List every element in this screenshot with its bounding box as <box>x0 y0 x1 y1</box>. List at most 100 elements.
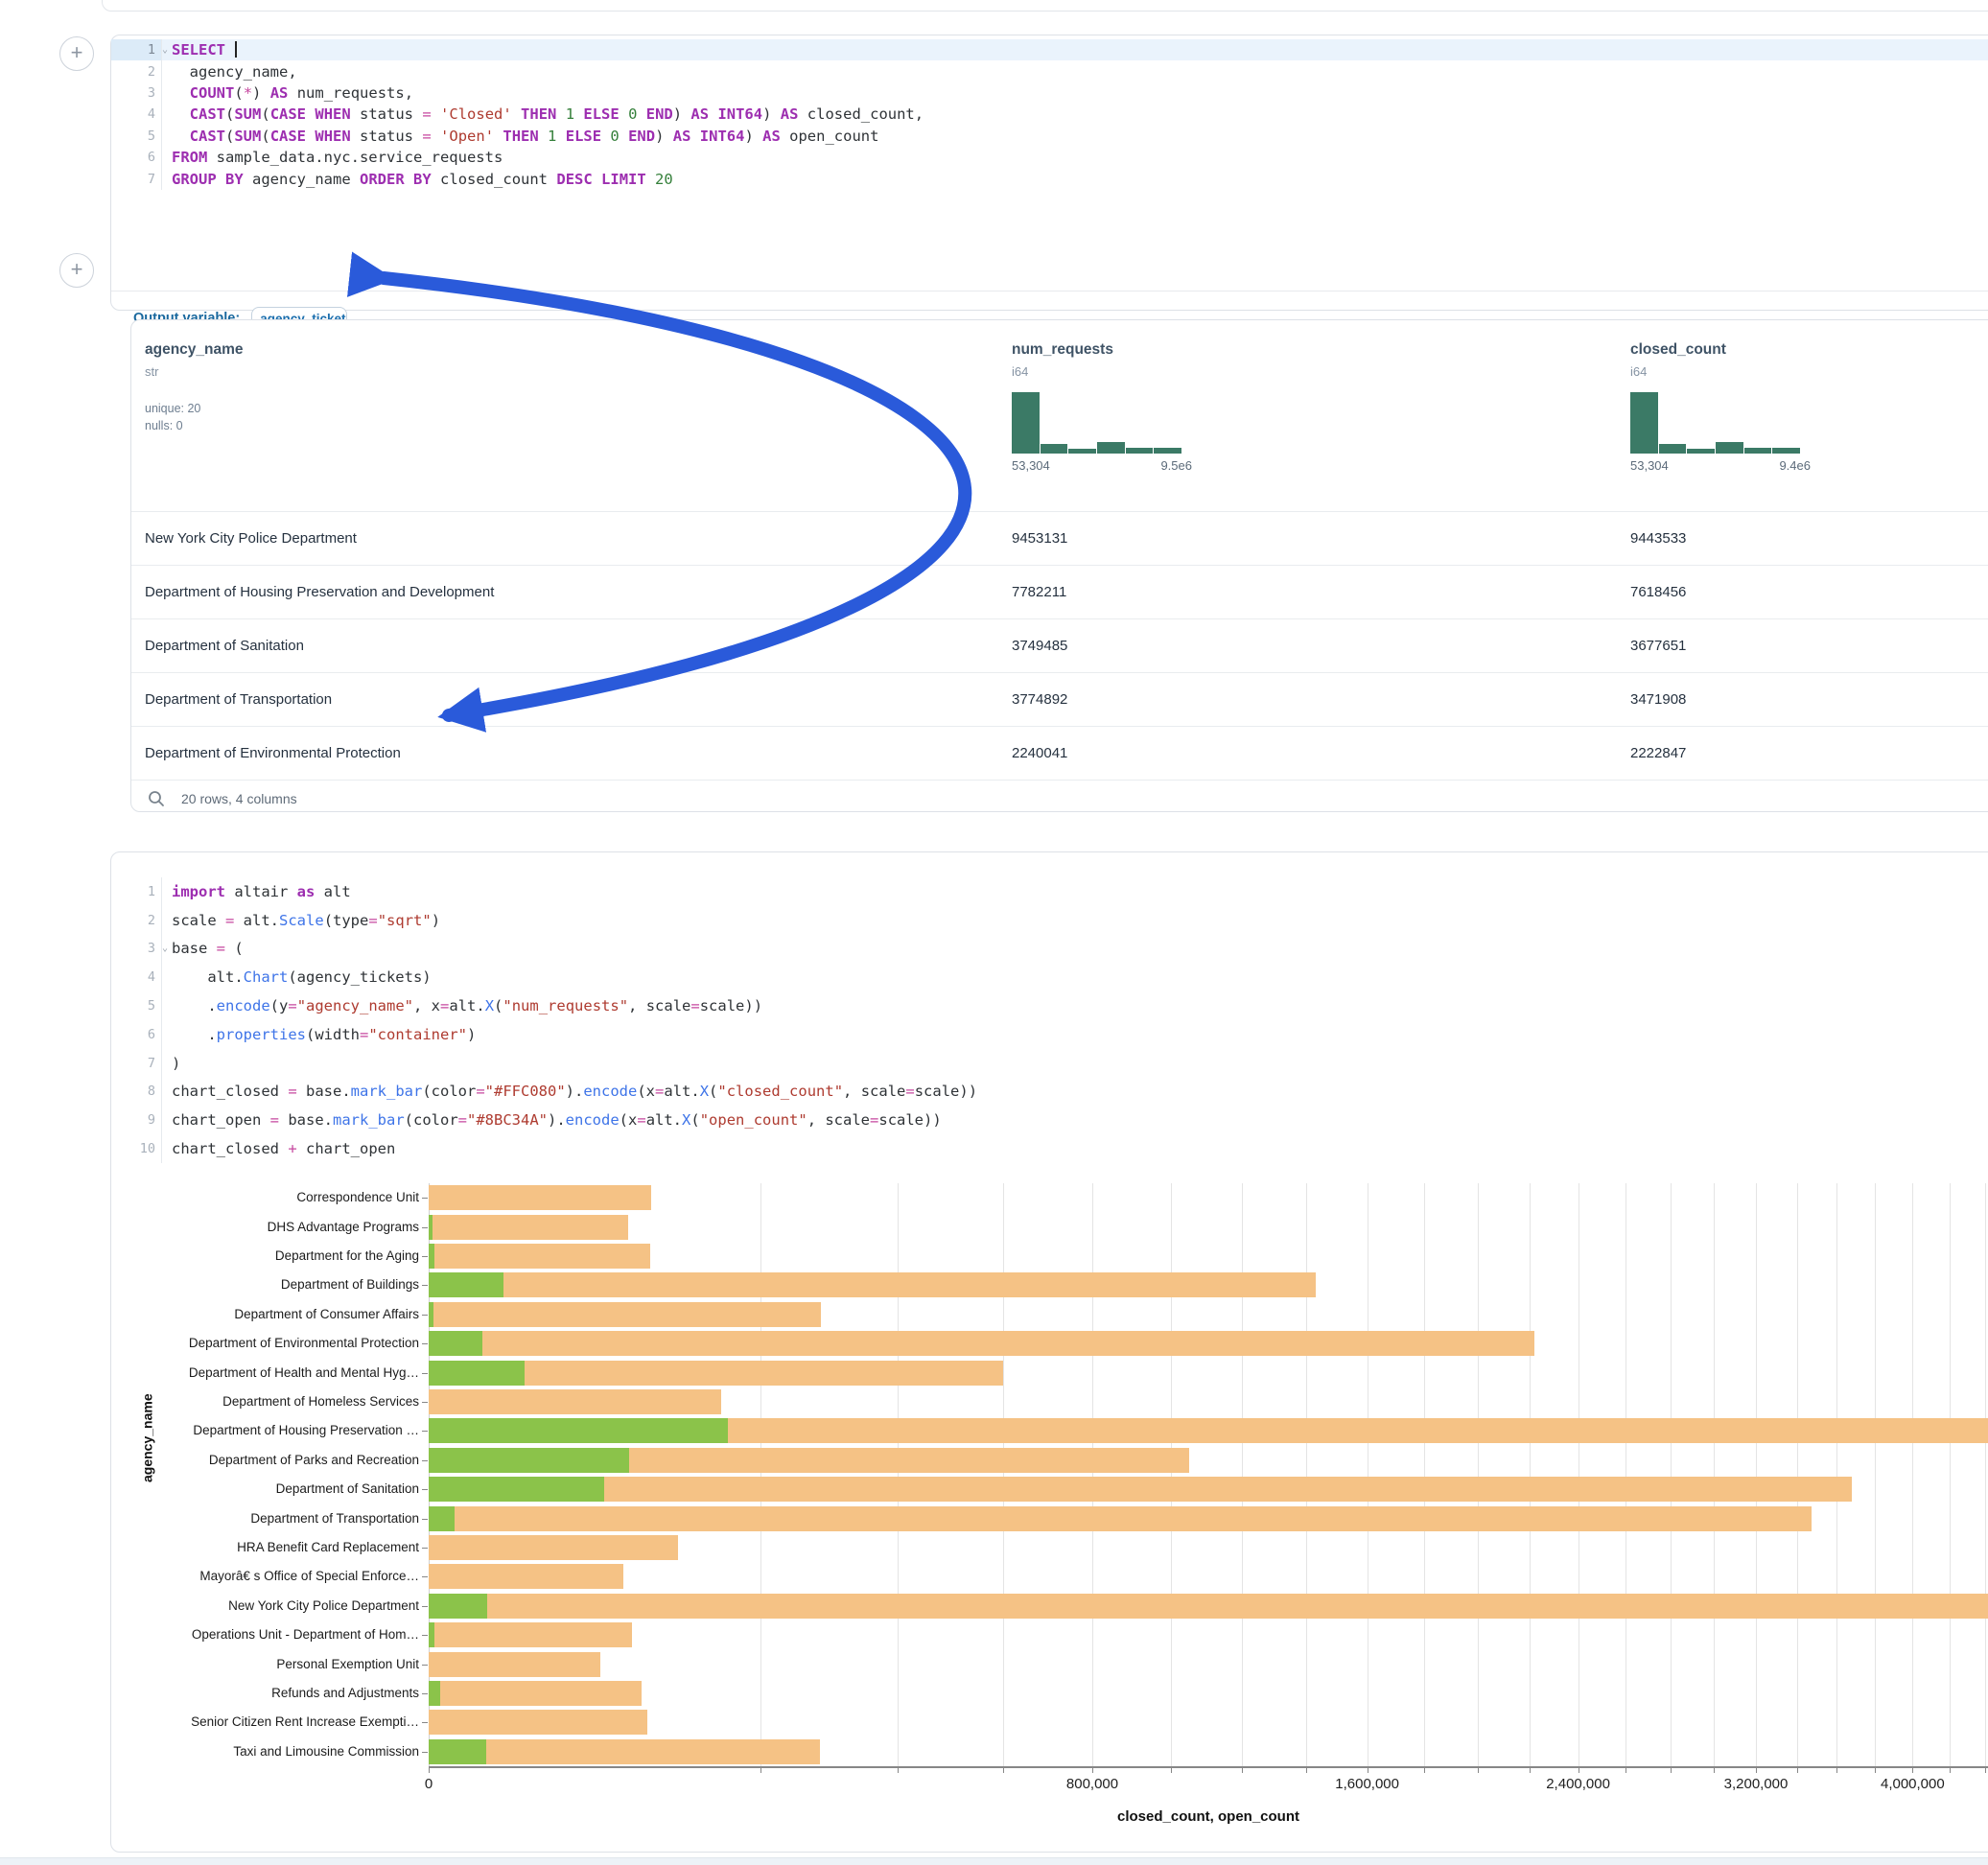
x-axis-tick <box>1171 1767 1172 1773</box>
table-cell: 3677651 <box>1617 638 1988 654</box>
code-text: chart_open = base.mark_bar(color="#8BC34… <box>162 1111 942 1129</box>
code-line[interactable]: 8chart_closed = base.mark_bar(color="#FF… <box>111 1078 1988 1107</box>
closed-bar[interactable] <box>429 1594 1988 1619</box>
code-line[interactable]: 7) <box>111 1049 1988 1078</box>
x-axis-tick <box>1671 1767 1672 1773</box>
code-line[interactable]: 1import altair as alt <box>111 877 1988 906</box>
y-axis-category-label: Personal Exemption Unit <box>112 1657 419 1671</box>
open-bar[interactable] <box>429 1477 604 1502</box>
add-cell-button-output[interactable]: + <box>59 253 94 288</box>
line-number: 4 <box>111 104 162 125</box>
closed-bar[interactable] <box>429 1652 600 1677</box>
closed-bar[interactable] <box>429 1622 632 1647</box>
open-bar[interactable] <box>429 1244 434 1269</box>
code-text: COUNT(*) AS num_requests, <box>162 84 413 102</box>
table-row[interactable]: Department of Transportation377489234719… <box>131 672 1988 726</box>
x-axis-tick <box>1092 1767 1093 1773</box>
table-row[interactable]: Department of Environmental Protection22… <box>131 726 1988 780</box>
x-axis-tick <box>1530 1767 1531 1773</box>
open-bar[interactable] <box>429 1302 433 1327</box>
open-bar[interactable] <box>429 1681 440 1706</box>
gridline <box>1985 1183 1986 1766</box>
open-bar[interactable] <box>429 1739 486 1764</box>
x-axis-tick-label: 1,600,000 <box>1335 1776 1399 1792</box>
open-bar[interactable] <box>429 1331 482 1356</box>
column-name: num_requests <box>1012 341 1617 359</box>
table-cell: Department of Transportation <box>131 691 998 708</box>
open-bar[interactable] <box>429 1448 629 1473</box>
closed-bar[interactable] <box>429 1185 651 1210</box>
column-header-num_requests[interactable]: num_requestsi6453,3049.5e6 <box>998 320 1617 511</box>
gridline <box>1306 1183 1307 1766</box>
gridline <box>1875 1183 1876 1766</box>
closed-bar[interactable] <box>429 1564 623 1589</box>
y-axis-tick <box>422 1343 428 1344</box>
code-line[interactable]: 6 .properties(width="container") <box>111 1020 1988 1049</box>
gridline <box>898 1183 899 1766</box>
collapse-chevron-icon[interactable]: ⌄ <box>162 44 168 55</box>
open-bar[interactable] <box>429 1506 455 1531</box>
open-bar[interactable] <box>429 1622 434 1647</box>
y-axis-tick <box>422 1227 428 1228</box>
code-line[interactable]: 7GROUP BY agency_name ORDER BY closed_co… <box>111 168 1988 189</box>
x-axis-tick <box>1478 1767 1479 1773</box>
code-line[interactable]: 9chart_open = base.mark_bar(color="#8BC3… <box>111 1106 1988 1134</box>
code-line[interactable]: 3⌄base = ( <box>111 935 1988 964</box>
column-header-agency_name[interactable]: agency_namestrunique: 20nulls: 0 <box>131 320 998 511</box>
code-text: SELECT <box>162 41 237 58</box>
column-name: agency_name <box>145 341 998 359</box>
code-line[interactable]: 5 CAST(SUM(CASE WHEN status = 'Open' THE… <box>111 126 1988 147</box>
closed-bar[interactable] <box>429 1244 650 1269</box>
histogram-bin <box>1659 444 1688 454</box>
table-row-count: 20 rows, 4 columns <box>181 791 297 806</box>
open-bar[interactable] <box>429 1361 525 1386</box>
closed-bar[interactable] <box>429 1215 628 1240</box>
closed-bar[interactable] <box>429 1710 647 1735</box>
closed-bar[interactable] <box>429 1477 1852 1502</box>
code-line[interactable]: 1⌄SELECT <box>111 39 1988 60</box>
closed-bar[interactable] <box>429 1331 1534 1356</box>
code-line[interactable]: 6FROM sample_data.nyc.service_requests <box>111 147 1988 168</box>
column-header-closed_count[interactable]: closed_counti6453,3049.4e6 <box>1617 320 1988 511</box>
python-code-editor[interactable]: 1import altair as alt2scale = alt.Scale(… <box>111 852 1988 1163</box>
add-cell-button-top[interactable]: + <box>59 36 94 71</box>
y-axis-tick <box>422 1198 428 1199</box>
search-icon[interactable] <box>147 789 166 808</box>
code-line[interactable]: 2scale = alt.Scale(type="sqrt") <box>111 906 1988 935</box>
y-axis-category-label: Department of Transportation <box>112 1511 419 1526</box>
closed-bar[interactable] <box>429 1302 821 1327</box>
code-text: CAST(SUM(CASE WHEN status = 'Closed' THE… <box>162 105 924 123</box>
closed-bar[interactable] <box>429 1506 1812 1531</box>
sql-code-editor[interactable]: 1⌄SELECT 2 agency_name,3 COUNT(*) AS num… <box>111 35 1988 190</box>
table-row[interactable]: New York City Police Department945313194… <box>131 511 1988 565</box>
y-axis-category-label: Department of Parks and Recreation <box>112 1453 419 1467</box>
closed-bar[interactable] <box>429 1389 721 1414</box>
closed-bar[interactable] <box>429 1272 1316 1297</box>
code-line[interactable]: 4 alt.Chart(agency_tickets) <box>111 963 1988 991</box>
code-line[interactable]: 10chart_closed + chart_open <box>111 1134 1988 1163</box>
x-axis-tick <box>1003 1767 1004 1773</box>
table-row[interactable]: Department of Sanitation37494853677651 <box>131 618 1988 672</box>
gridline <box>1242 1183 1243 1766</box>
x-axis-tick-label: 0 <box>425 1776 433 1792</box>
table-row[interactable]: Department of Housing Preservation and D… <box>131 565 1988 618</box>
table-cell: 7618456 <box>1617 584 1988 600</box>
open-bar[interactable] <box>429 1215 433 1240</box>
table-cell: 9453131 <box>998 530 1617 547</box>
line-number: 10 <box>111 1134 162 1163</box>
open-bar[interactable] <box>429 1594 487 1619</box>
code-line[interactable]: 4 CAST(SUM(CASE WHEN status = 'Closed' T… <box>111 104 1988 125</box>
code-line[interactable]: 2 agency_name, <box>111 60 1988 82</box>
code-line[interactable]: 5 .encode(y="agency_name", x=alt.X("num_… <box>111 991 1988 1020</box>
x-axis-tick <box>1950 1767 1951 1773</box>
open-bar[interactable] <box>429 1272 503 1297</box>
collapse-chevron-icon[interactable]: ⌄ <box>162 944 168 954</box>
table-header: agency_namestrunique: 20nulls: 0num_requ… <box>131 320 1988 511</box>
table-cell: 2222847 <box>1617 745 1988 761</box>
code-line[interactable]: 3 COUNT(*) AS num_requests, <box>111 82 1988 104</box>
open-bar[interactable] <box>429 1418 728 1443</box>
closed-bar[interactable] <box>429 1535 678 1560</box>
y-axis-tick <box>422 1315 428 1316</box>
closed-bar[interactable] <box>429 1739 820 1764</box>
closed-bar[interactable] <box>429 1681 642 1706</box>
